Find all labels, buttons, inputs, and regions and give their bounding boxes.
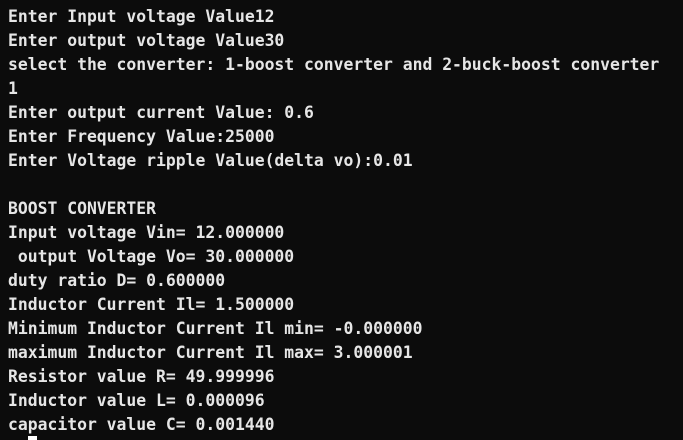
terminal-line-inductor-current-min: Minimum Inductor Current Il min= -0.0000…: [8, 319, 423, 338]
terminal-window[interactable]: Enter Input voltage Value12 Enter output…: [0, 0, 683, 440]
terminal-line-boost-heading: BOOST CONVERTER: [8, 199, 157, 218]
terminal-line-resistor: Resistor value R= 49.999996: [8, 367, 275, 386]
terminal-line-inductor-current: Inductor Current Il= 1.500000: [8, 295, 295, 314]
terminal-line-vin: Input voltage Vin= 12.000000: [8, 223, 285, 242]
terminal-line-voltage-ripple: Enter Voltage ripple Value(delta vo):0.0…: [8, 151, 413, 170]
terminal-line-vo: output Voltage Vo= 30.000000: [8, 247, 295, 266]
terminal-line-inductor-current-max: maximum Inductor Current Il max= 3.00000…: [8, 343, 413, 362]
terminal-line-inductor-value: Inductor value L= 0.000096: [8, 391, 265, 410]
terminal-cursor: [28, 436, 37, 440]
terminal-line-capacitor: capacitor value C= 0.001440: [8, 415, 275, 434]
terminal-line-input-voltage: Enter Input voltage Value12: [8, 7, 275, 26]
terminal-line-frequency: Enter Frequency Value:25000: [8, 127, 275, 146]
terminal-line-output-current: Enter output current Value: 0.6: [8, 103, 314, 122]
terminal-line-converter-choice: 1: [8, 79, 18, 98]
terminal-line-duty-ratio: duty ratio D= 0.600000: [8, 271, 226, 290]
terminal-line-converter-prompt: select the converter: 1-boost converter …: [8, 55, 660, 74]
terminal-line-output-voltage: Enter output voltage Value30: [8, 31, 285, 50]
